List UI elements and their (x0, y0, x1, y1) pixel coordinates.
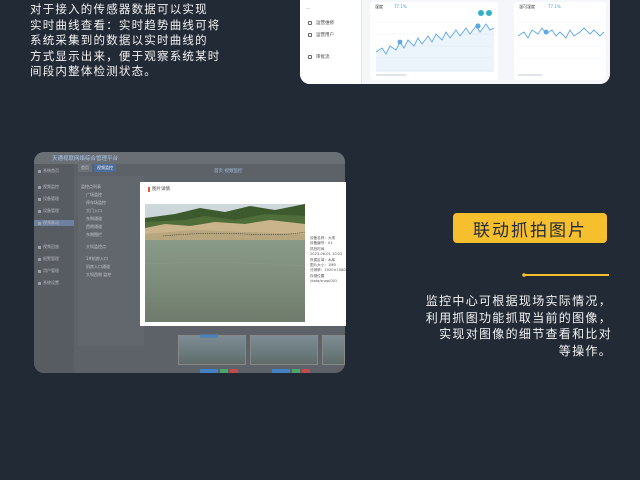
download-button[interactable] (220, 369, 228, 373)
menu-icon (38, 185, 41, 189)
sidebar-item[interactable]: 视频回放 (38, 244, 59, 250)
desc-line: 监控中心可根据现场实际情况， (425, 294, 612, 308)
humidity-chart-panel: 湿度 77.1% (370, 2, 498, 80)
tree-node[interactable]: 大坝西侧 监控 (86, 272, 111, 278)
tab-video[interactable]: 视频监控 (94, 164, 116, 172)
delete-button[interactable] (230, 369, 238, 373)
tree-node[interactable]: 停车场监控 (86, 200, 106, 206)
menu-icon (38, 269, 41, 273)
snapshot-thumbnail[interactable] (250, 335, 318, 365)
tree-node[interactable]: 监控点列表 (81, 184, 101, 190)
menu-icon (38, 281, 41, 285)
accent-divider (524, 274, 609, 276)
timeline-scrollbar[interactable] (518, 74, 542, 76)
view-button[interactable] (200, 334, 218, 338)
menu-icon (38, 245, 41, 249)
tree-node[interactable]: 大坝监控点 (86, 244, 106, 250)
grid-icon (308, 21, 312, 25)
info-line: 2023-06-01 10:22 (310, 252, 343, 257)
page-tabs: 首页 视频监控 (78, 164, 116, 172)
menu-icon (38, 197, 41, 201)
temp-humidity-chart-panel: 温可湿度 77.1% (514, 2, 606, 80)
app-header: 天通视联网络综合管理平台 (34, 152, 345, 164)
title-accent-bar (148, 186, 150, 192)
delete-button[interactable] (302, 369, 310, 373)
menu-icon (38, 209, 41, 213)
menu-icon (38, 169, 41, 173)
feature-badge: 联动抓拍图片 (453, 213, 607, 243)
chart-sidebar: — 运营维修 运营用户 审批流 (300, 0, 362, 84)
sidebar-item[interactable]: 设备管理 (38, 208, 59, 214)
trend-line (517, 27, 605, 39)
feature-description: 监控中心可根据现场实际情况， 利用抓图功能抓取当前的图像， 实现对图像的细节查看… (362, 293, 612, 359)
intro-line: 系统采集到的数据以实时曲线的 (30, 33, 208, 47)
intro-line: 间段内整体检测状态。 (30, 64, 157, 78)
sidebar-item-active[interactable]: 视频联动 (34, 220, 74, 226)
sidebar-item[interactable]: 审批流 (308, 54, 330, 60)
breadcrumb: 首页 视频监控 (214, 169, 243, 174)
sidebar-item[interactable]: 用户管理 (38, 268, 59, 274)
tab-home[interactable]: 首页 (78, 164, 92, 172)
timeline-scrollbar[interactable] (376, 74, 406, 76)
tree-node[interactable]: 东侧围栏 (86, 232, 102, 238)
snapshot-thumbnail[interactable] (178, 335, 246, 365)
sidebar-item[interactable]: 系统设置 (38, 280, 59, 286)
view-button[interactable] (272, 369, 290, 373)
desc-line: 利用抓图功能抓取当前的图像， (425, 310, 612, 325)
snapshot-info: 设备名称：大坝 设备编号：01 抓拍时间 2023-06-01 10:22 所属… (310, 236, 346, 285)
intro-text: 对于接入的传感器数据可以实现 实时曲线查看：实时趋势曲线可将 系统采集到的数据以… (30, 2, 260, 80)
grid-icon (308, 33, 312, 37)
trend-line-chart (375, 21, 495, 76)
tree-node[interactable]: 机房入口通道 (86, 264, 110, 270)
sidebar-item[interactable]: 运营用户 (308, 32, 334, 38)
app-title: 天通视联网络综合管理平台 (52, 156, 119, 162)
sidebar-item[interactable]: 运营维修 (308, 20, 334, 26)
tree-node[interactable]: 1#机房入口 (86, 256, 108, 262)
tree-node[interactable]: 大门入口 (86, 208, 102, 214)
snapshot-thumbnail[interactable] (322, 335, 345, 365)
sidebar-item[interactable]: 系统首页 (38, 168, 59, 174)
desc-line: 实现对图像的细节查看和比对 (439, 327, 612, 341)
intro-line: 方式显示出来，便于观察系统某时 (30, 48, 221, 63)
intro-line: 实时曲线查看：实时趋势曲线可将 (30, 17, 221, 32)
grid-icon (308, 55, 312, 59)
desc-line: 等操作。 (558, 343, 612, 358)
tree-node[interactable]: 广场监控 (86, 192, 102, 198)
download-button[interactable] (292, 369, 300, 373)
menu-icon (38, 221, 41, 225)
tree-node[interactable]: 东侧通道 (86, 216, 102, 222)
info-line: /data/snap/001 (310, 279, 338, 284)
sidebar-item[interactable]: 设备管理 (38, 196, 59, 202)
marker-pin (543, 29, 549, 35)
marker-pin (475, 23, 481, 29)
marker-pin (397, 39, 403, 45)
view-button[interactable] (200, 369, 218, 373)
tree-node[interactable]: 西侧通道 (86, 224, 102, 230)
app-sidebar: 系统首页 视频监控 设备管理 设备管理 视频联动 视频回放 报警管理 用户管理 … (34, 164, 74, 373)
modal-title: 图片详情 (148, 186, 170, 192)
camera-tree: 监控点列表 广场监控 停车场监控 大门入口 东侧通道 西侧通道 东侧围栏 大坝监… (78, 176, 144, 346)
intro-line: 对于接入的传感器数据可以实现 (30, 2, 208, 16)
reservoir-photo[interactable] (145, 204, 305, 322)
sidebar-item[interactable]: 视频监控 (38, 184, 59, 190)
trend-chart-screenshot: — 运营维修 运营用户 审批流 湿度 77.1% 温可湿度 77.1% (300, 0, 610, 84)
sidebar-item[interactable]: 报警管理 (38, 256, 59, 262)
trend-line-chart (517, 21, 605, 76)
snapshot-detail-modal: 图片详情 设备名称：大坝 设备编号：01 抓拍时间 2023-06-01 10:… (140, 182, 346, 326)
menu-icon (38, 257, 41, 261)
